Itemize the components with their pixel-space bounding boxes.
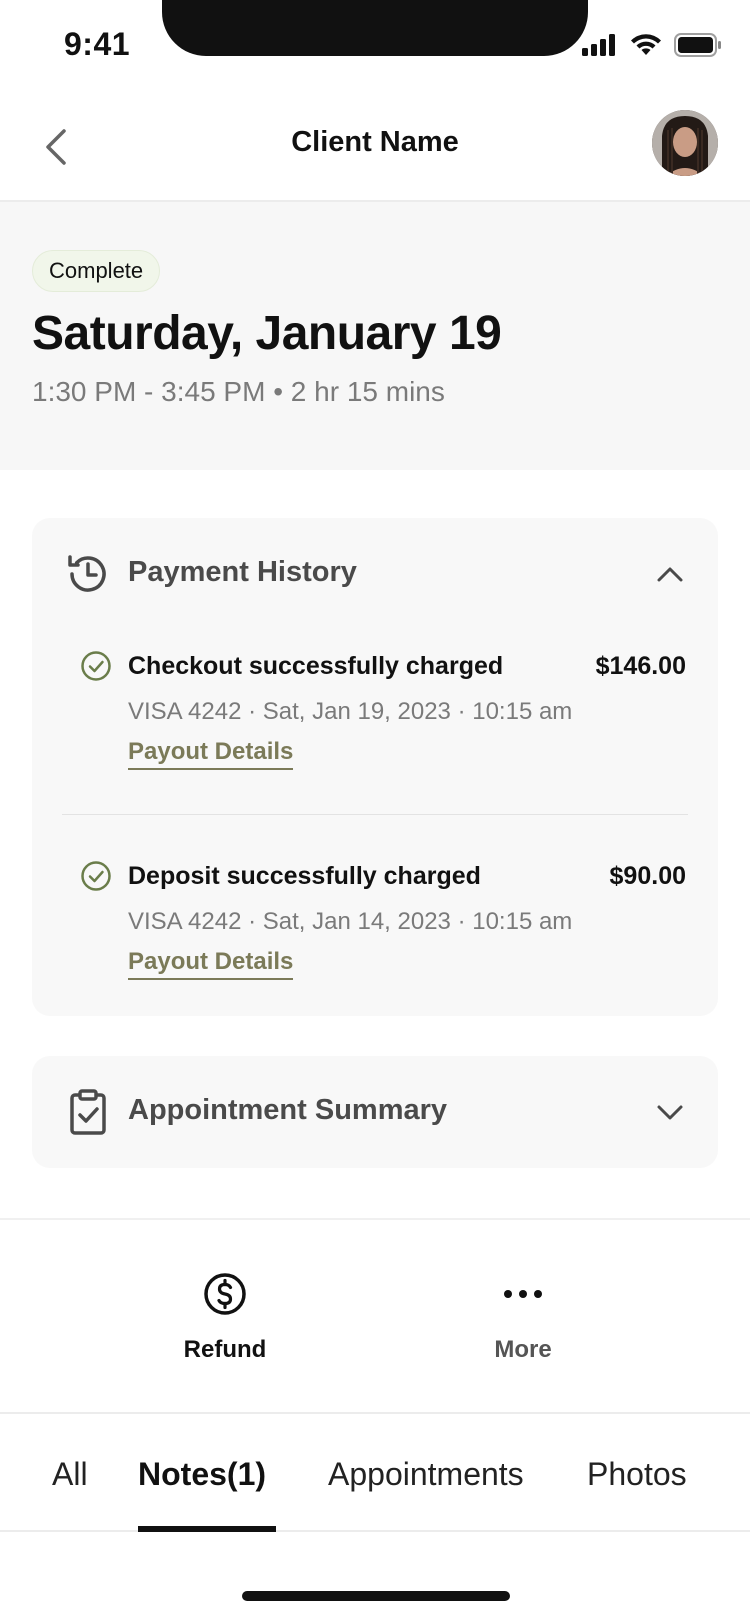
appointment-summary-title: Appointment Summary bbox=[128, 1094, 448, 1126]
appointment-date: Saturday, January 19 bbox=[32, 307, 502, 360]
payment-amount: $146.00 bbox=[595, 652, 686, 680]
appointment-summary-header[interactable]: Appointment Summary bbox=[32, 1056, 718, 1168]
payment-title: Deposit successfully charged bbox=[128, 862, 481, 890]
refund-button[interactable]: Refund bbox=[145, 1272, 305, 1382]
dollar-circle-icon bbox=[145, 1272, 305, 1316]
status-badge: Complete bbox=[32, 250, 161, 292]
payment-meta: VISA 4242 · Sat, Jan 14, 2023 · 10:15 am bbox=[128, 908, 573, 935]
payout-details-link[interactable]: Payout Details bbox=[128, 948, 294, 980]
more-button[interactable]: More bbox=[443, 1272, 603, 1382]
avatar-image bbox=[652, 110, 718, 176]
payment-amount: $90.00 bbox=[609, 862, 686, 890]
payment-history-card: Payment History Checkout successfully ch… bbox=[32, 518, 718, 1016]
client-avatar[interactable] bbox=[652, 110, 718, 176]
more-label: More bbox=[494, 1336, 552, 1363]
active-tab-indicator bbox=[138, 1526, 276, 1532]
ellipsis-icon bbox=[443, 1272, 603, 1316]
tab-notes[interactable]: Notes(1) bbox=[138, 1456, 266, 1493]
cellular-signal-icon bbox=[582, 34, 615, 56]
content-tabs: All Notes(1) Appointments Photos bbox=[0, 1414, 750, 1532]
top-nav-bar: Client Name bbox=[0, 92, 750, 202]
payment-item: Deposit successfully charged $90.00 VISA… bbox=[32, 858, 718, 1018]
home-indicator[interactable] bbox=[242, 1591, 510, 1601]
chevron-up-icon[interactable] bbox=[652, 556, 688, 592]
appointment-hero: Complete Saturday, January 19 1:30 PM - … bbox=[0, 202, 750, 470]
tab-all[interactable]: All bbox=[52, 1456, 88, 1493]
status-time: 9:41 bbox=[64, 26, 131, 62]
clipboard-check-icon bbox=[64, 1088, 112, 1136]
tab-appointments[interactable]: Appointments bbox=[328, 1456, 524, 1493]
divider bbox=[62, 814, 688, 815]
appointment-summary-card[interactable]: Appointment Summary bbox=[32, 1056, 718, 1168]
chevron-down-icon[interactable] bbox=[652, 1094, 688, 1130]
status-icons bbox=[582, 33, 722, 57]
payment-meta: VISA 4242 · Sat, Jan 19, 2023 · 10:15 am bbox=[128, 698, 573, 725]
payout-details-link[interactable]: Payout Details bbox=[128, 738, 294, 770]
refund-label: Refund bbox=[183, 1336, 267, 1363]
payment-history-title: Payment History bbox=[128, 556, 357, 588]
tab-photos[interactable]: Photos bbox=[587, 1456, 687, 1493]
check-circle-icon bbox=[81, 861, 111, 891]
status-bar: 9:41 bbox=[0, 0, 750, 92]
payment-item: Checkout successfully charged $146.00 VI… bbox=[32, 648, 718, 808]
page-title: Client Name bbox=[291, 126, 459, 158]
payment-history-header[interactable]: Payment History bbox=[32, 518, 718, 630]
check-circle-icon bbox=[81, 651, 111, 681]
appointment-time-range: 1:30 PM - 3:45 PM • 2 hr 15 mins bbox=[32, 376, 445, 407]
history-icon bbox=[64, 550, 112, 598]
payment-title: Checkout successfully charged bbox=[128, 652, 504, 680]
device-notch bbox=[162, 0, 588, 56]
battery-icon bbox=[674, 33, 721, 57]
action-bar: Refund More bbox=[0, 1218, 750, 1414]
wifi-icon bbox=[631, 34, 661, 55]
